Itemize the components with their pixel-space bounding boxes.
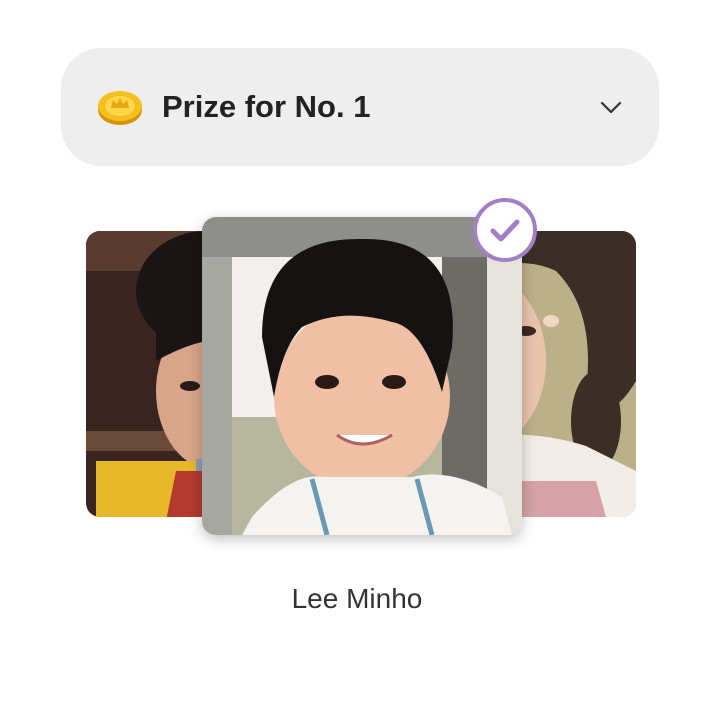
selected-person-name: Lee Minho <box>291 583 423 614</box>
prize-selector-dropdown[interactable]: Prize for No. 1 <box>61 48 659 166</box>
chevron-down-icon[interactable] <box>599 95 623 119</box>
photo-card-selected[interactable] <box>202 217 522 535</box>
prize-screen: Prize for No. 1 Lee Minho <box>0 0 720 720</box>
child-photo-center <box>202 217 522 535</box>
gold-coin-icon <box>98 91 142 125</box>
selected-check-icon <box>473 198 537 262</box>
prize-title: Prize for No. 1 <box>162 89 371 124</box>
photo-carousel <box>0 190 720 550</box>
